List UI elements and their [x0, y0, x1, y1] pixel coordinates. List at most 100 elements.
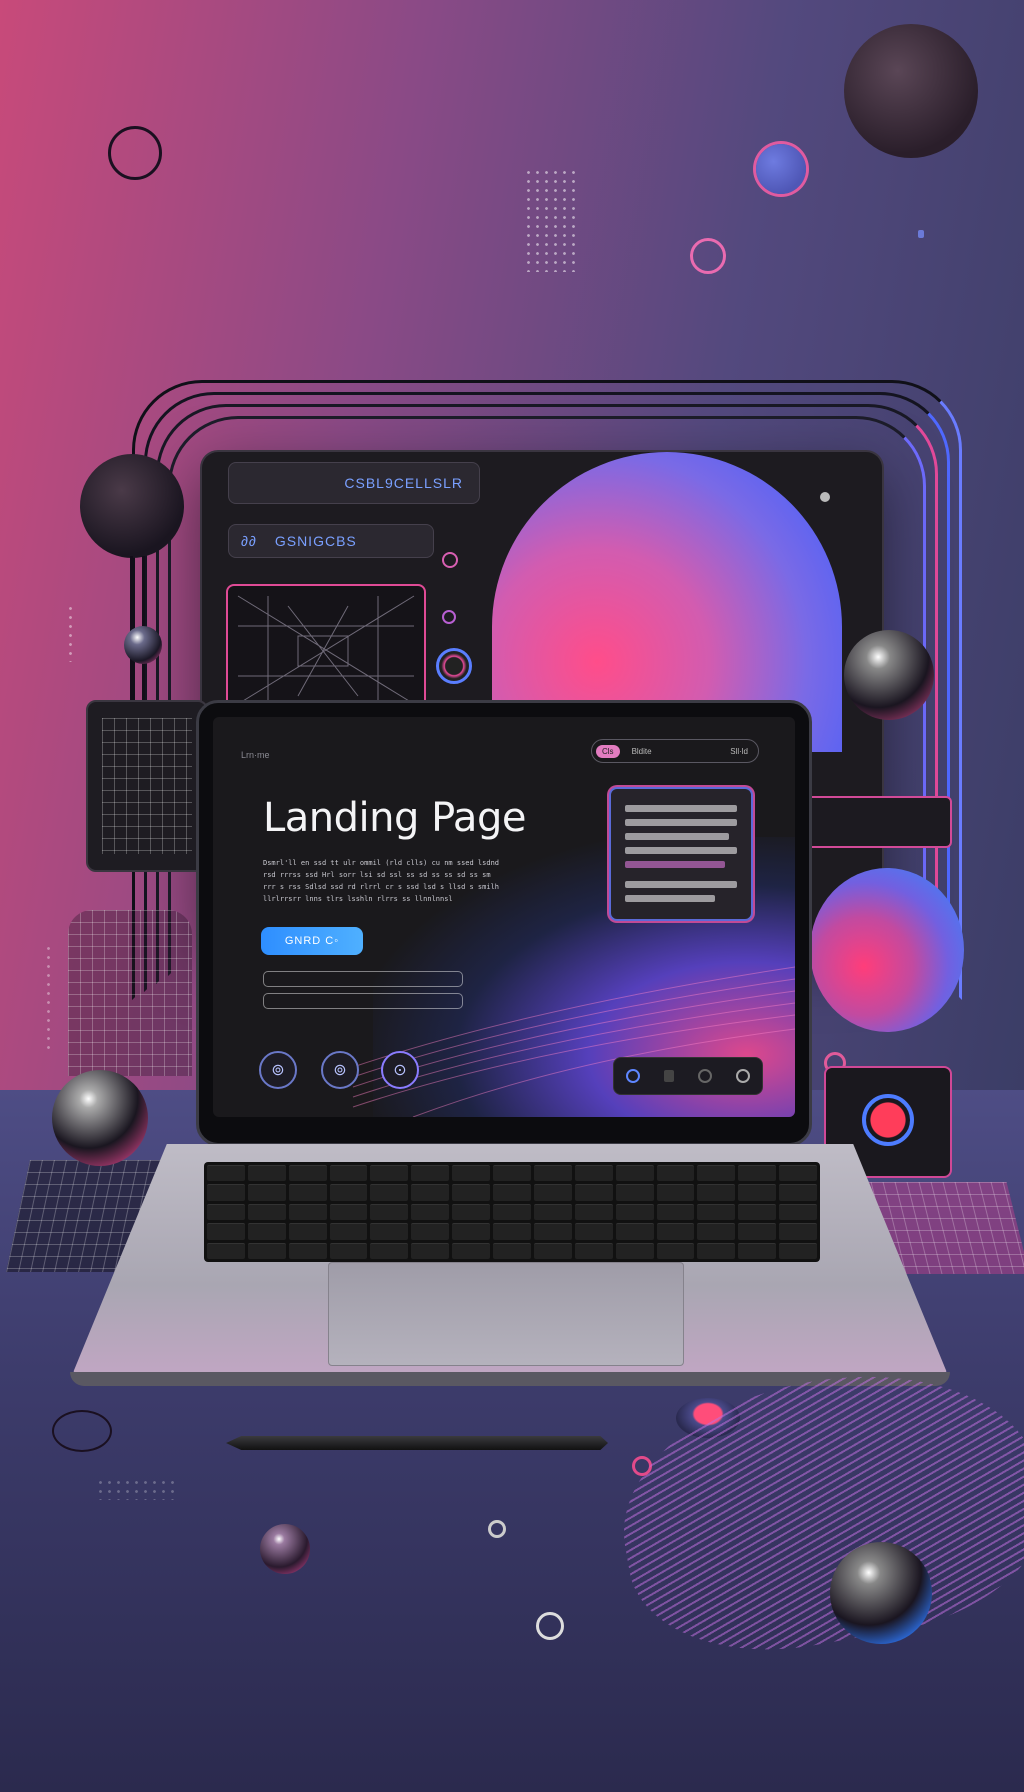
- swirl-icon: ⊚: [333, 1062, 347, 1079]
- keyboard-key[interactable]: [247, 1165, 286, 1182]
- nav-item[interactable]: Cls: [596, 744, 620, 758]
- record-button[interactable]: [436, 648, 472, 684]
- keyboard-key[interactable]: [329, 1223, 368, 1240]
- keyboard-key[interactable]: [493, 1223, 531, 1240]
- keyboard-key[interactable]: [329, 1165, 368, 1182]
- keyboard-key[interactable]: [779, 1184, 817, 1201]
- keyboard-key[interactable]: [207, 1184, 245, 1201]
- keyboard-key[interactable]: [207, 1223, 245, 1240]
- keyboard-key[interactable]: [288, 1184, 327, 1201]
- keyboard-key[interactable]: [288, 1203, 327, 1221]
- keyboard-key[interactable]: [370, 1203, 409, 1221]
- laptop-screen: Lrn·me Cls Bldite Sll·ld Landing Page Ds…: [213, 717, 795, 1117]
- keyboard-key[interactable]: [411, 1242, 450, 1259]
- play-icon[interactable]: [626, 1069, 640, 1083]
- keyboard-key[interactable]: [697, 1223, 736, 1240]
- keyboard-key[interactable]: [779, 1223, 817, 1240]
- preview-card[interactable]: [609, 787, 753, 921]
- keyboard-key[interactable]: [779, 1242, 817, 1259]
- keyboard-key[interactable]: [247, 1223, 286, 1240]
- keyboard-key[interactable]: [370, 1165, 409, 1182]
- keyboard-key[interactable]: [574, 1203, 613, 1221]
- trackpad[interactable]: [328, 1262, 684, 1366]
- decor-sphere: [52, 1070, 148, 1166]
- keyboard-key[interactable]: [411, 1203, 450, 1221]
- keyboard-key[interactable]: [656, 1203, 695, 1221]
- keyboard-key[interactable]: [288, 1242, 327, 1259]
- preview-line: [625, 833, 729, 840]
- decor-dot-cluster: [96, 1478, 178, 1500]
- keyboard-key[interactable]: [656, 1184, 695, 1201]
- keyboard-key[interactable]: [738, 1203, 777, 1221]
- keyboard-key[interactable]: [247, 1184, 286, 1201]
- keyboard-key[interactable]: [493, 1165, 531, 1182]
- keyboard-key[interactable]: [207, 1165, 245, 1182]
- keyboard-key[interactable]: [697, 1242, 736, 1259]
- email-field[interactable]: [263, 971, 463, 987]
- keyboard-key[interactable]: [738, 1223, 777, 1240]
- cta-button[interactable]: GNRD C◦: [261, 927, 363, 955]
- keyboard-key[interactable]: [370, 1223, 409, 1240]
- keyboard-key[interactable]: [533, 1242, 572, 1259]
- keyboard-key[interactable]: [738, 1184, 777, 1201]
- next-icon[interactable]: [736, 1069, 750, 1083]
- keyboard-key[interactable]: [533, 1184, 572, 1201]
- keyboard-key[interactable]: [779, 1203, 817, 1221]
- pause-icon[interactable]: [664, 1070, 674, 1082]
- keyboard-key[interactable]: [452, 1184, 491, 1201]
- keyboard-key[interactable]: [370, 1184, 409, 1201]
- keyboard-key[interactable]: [574, 1184, 613, 1201]
- keyboard-key[interactable]: [574, 1165, 613, 1182]
- nav-brand[interactable]: Lrn·me: [241, 750, 270, 760]
- keyboard-key[interactable]: [411, 1223, 450, 1240]
- name-field[interactable]: [263, 993, 463, 1009]
- keyboard-key[interactable]: [738, 1165, 777, 1182]
- keyboard-key[interactable]: [329, 1203, 368, 1221]
- keyboard-key[interactable]: [656, 1242, 695, 1259]
- keyboard-key[interactable]: [288, 1165, 327, 1182]
- keyboard-key[interactable]: [452, 1203, 491, 1221]
- nav-item[interactable]: Sll·ld: [730, 747, 748, 756]
- keyboard-key[interactable]: [452, 1165, 491, 1182]
- keyboard-key[interactable]: [247, 1242, 286, 1259]
- keyboard-key[interactable]: [574, 1223, 613, 1240]
- keyboard-key[interactable]: [697, 1203, 736, 1221]
- keyboard-key[interactable]: [329, 1184, 368, 1201]
- profile-circle-button[interactable]: ⊚: [321, 1051, 359, 1089]
- keyboard-key[interactable]: [615, 1203, 654, 1221]
- keyboard-key[interactable]: [697, 1184, 736, 1201]
- keyboard-key[interactable]: [288, 1223, 327, 1240]
- keyboard-key[interactable]: [493, 1203, 531, 1221]
- keyboard-key[interactable]: [370, 1242, 409, 1259]
- keyboard-key[interactable]: [247, 1203, 286, 1221]
- settings-circle-button[interactable]: ⊚: [259, 1051, 297, 1089]
- keyboard-key[interactable]: [656, 1223, 695, 1240]
- keyboard-key[interactable]: [329, 1242, 368, 1259]
- keyboard-key[interactable]: [615, 1165, 654, 1182]
- share-circle-button[interactable]: ⊙: [381, 1051, 419, 1089]
- keyboard-key[interactable]: [656, 1165, 695, 1182]
- stop-icon[interactable]: [698, 1069, 712, 1083]
- keyboard-key[interactable]: [779, 1165, 817, 1182]
- keyboard-key[interactable]: [207, 1203, 245, 1221]
- keyboard-key[interactable]: [452, 1223, 491, 1240]
- keyboard-key[interactable]: [411, 1184, 450, 1201]
- stylus-pen[interactable]: [226, 1436, 608, 1450]
- keyboard-key[interactable]: [615, 1242, 654, 1259]
- hero-body-line: Dsmrl'll en ssd tt ulr ommil (rld clls) …: [263, 859, 500, 867]
- keyboard-key[interactable]: [533, 1223, 572, 1240]
- keyboard-key[interactable]: [452, 1242, 491, 1259]
- keyboard-key[interactable]: [615, 1184, 654, 1201]
- keyboard-key[interactable]: [738, 1242, 777, 1259]
- keyboard-key[interactable]: [533, 1203, 572, 1221]
- keyboard-key[interactable]: [493, 1242, 531, 1259]
- nav-item[interactable]: Bldite: [632, 747, 652, 756]
- keyboard-key[interactable]: [697, 1165, 736, 1182]
- keyboard-key[interactable]: [493, 1184, 531, 1201]
- keyboard[interactable]: [204, 1162, 820, 1262]
- keyboard-key[interactable]: [574, 1242, 613, 1259]
- keyboard-key[interactable]: [615, 1223, 654, 1240]
- keyboard-key[interactable]: [533, 1165, 572, 1182]
- keyboard-key[interactable]: [411, 1165, 450, 1182]
- keyboard-key[interactable]: [207, 1242, 245, 1259]
